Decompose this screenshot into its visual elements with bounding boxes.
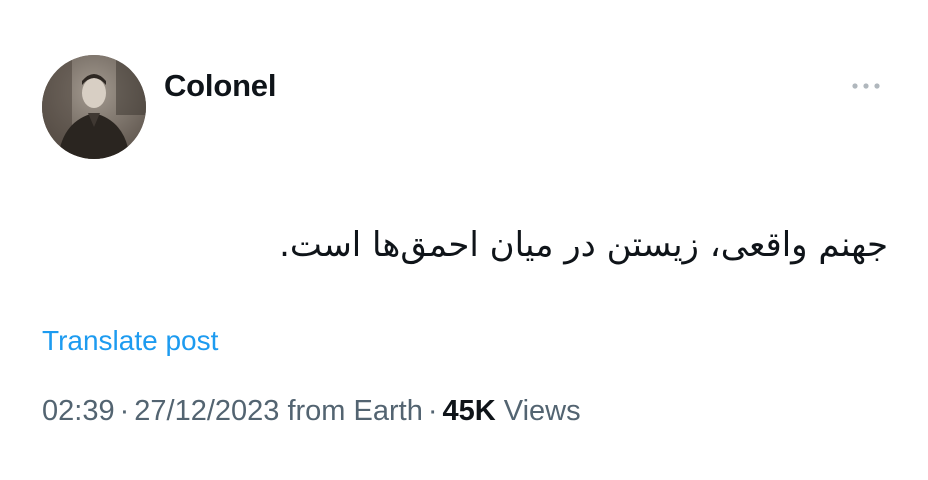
post-date[interactable]: 27/12/2023 <box>134 395 279 427</box>
avatar[interactable] <box>42 55 146 159</box>
meta-separator: · <box>427 395 438 427</box>
translate-post-link[interactable]: Translate post <box>42 324 218 358</box>
more-options-button[interactable] <box>846 75 886 97</box>
author-display-name[interactable]: Colonel <box>164 68 276 104</box>
post-time[interactable]: 02:39 <box>42 395 115 427</box>
post-text: جهنم واقعی، زیستن در میان احمق‌ها است. <box>279 225 888 265</box>
views-count[interactable]: 45K <box>443 395 496 427</box>
views-label: Views <box>503 395 581 427</box>
avatar-photo <box>42 55 146 159</box>
meta-separator: · <box>119 395 130 427</box>
post-metadata: 02:39 · 27/12/2023 from Earth · 45K Views <box>42 394 581 428</box>
more-horizontal-icon <box>852 83 880 89</box>
post-source: from Earth <box>287 395 423 427</box>
